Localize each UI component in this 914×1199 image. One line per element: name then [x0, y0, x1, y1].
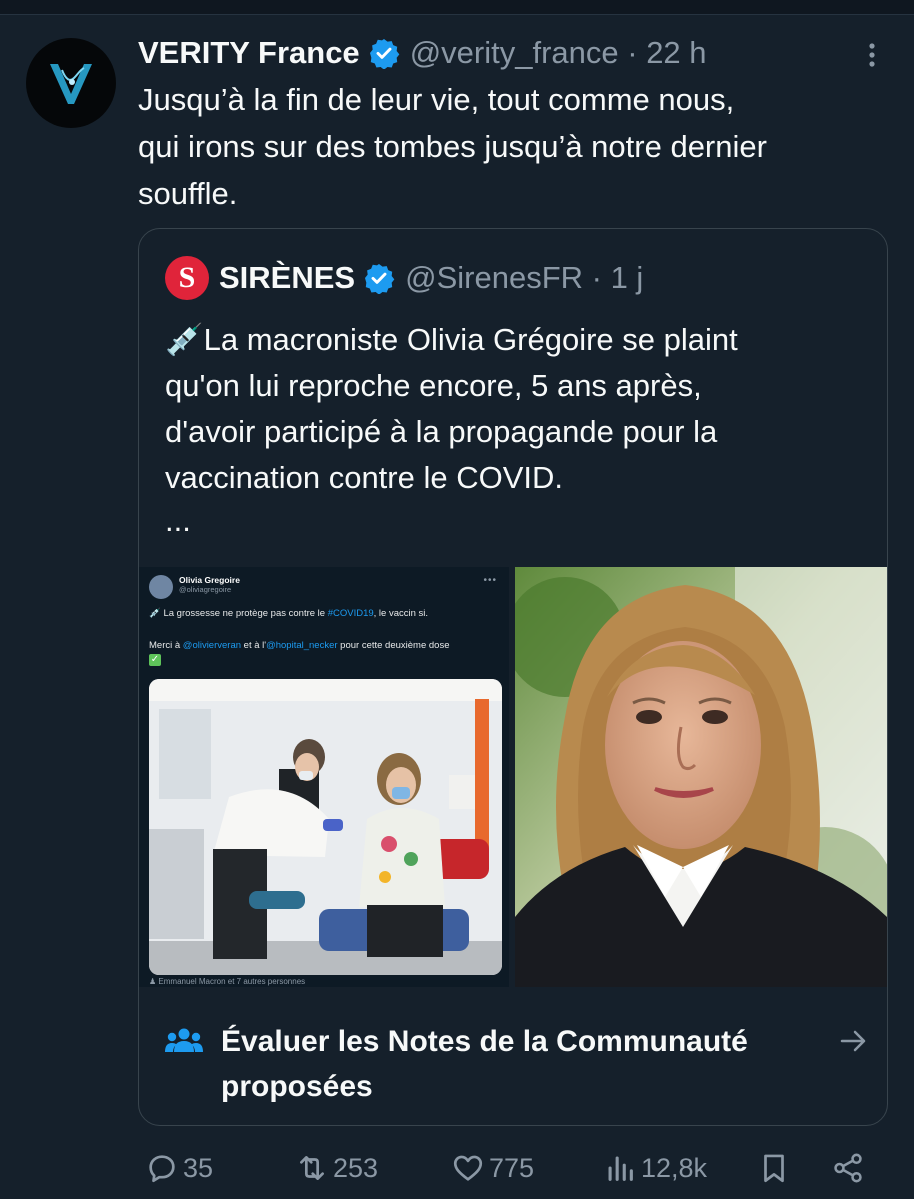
quoted-tweet-header: S SIRÈNES @SirenesFR · 1 j: [165, 253, 643, 303]
embedded-screenshot-image[interactable]: Olivia Gregoire @oliviagregoire ••• 💉 La…: [139, 567, 509, 987]
tweet-actions-bar: 35 253 775 12,8k: [145, 1146, 885, 1190]
reply-icon: [149, 1155, 175, 1183]
embedded-text: , le vaccin si.: [373, 608, 429, 619]
quoted-tweet[interactable]: S SIRÈNES @SirenesFR · 1 j 💉La macronist…: [138, 228, 888, 1126]
embedded-avatar: [149, 575, 173, 599]
portrait-illustration: [515, 567, 887, 987]
verified-badge-icon: [365, 264, 395, 294]
community-notes-link[interactable]: Évaluer les Notes de la Communauté propo…: [165, 1019, 866, 1103]
embedded-author-name: Olivia Gregoire: [179, 575, 240, 585]
person-icon: ♟: [149, 977, 159, 986]
embedded-caption-text: Emmanuel Macron et 7 autres personnes: [158, 977, 306, 986]
quoted-author-handle[interactable]: @SirenesFR: [405, 260, 583, 296]
embedded-mention: @hopital_necker: [266, 640, 338, 651]
quoted-tweet-time[interactable]: 1 j: [611, 260, 644, 296]
sirenes-logo[interactable]: S: [165, 256, 209, 300]
embedded-hashtag: #COVID19: [327, 608, 374, 619]
avatar[interactable]: [26, 38, 116, 128]
quoted-text-line: 💉La macroniste Olivia Grégoire se plaint: [165, 322, 738, 357]
tweet-text: Jusqu’à la fin de leur vie, tout comme n…: [138, 76, 898, 217]
community-notes-label: Évaluer les Notes de la Communauté propo…: [221, 1025, 748, 1103]
share-button[interactable]: [831, 1146, 869, 1190]
verity-logo-icon: [50, 64, 92, 104]
like-button[interactable]: 775: [451, 1146, 534, 1190]
quoted-tweet-text: 💉La macroniste Olivia Grégoire se plaint…: [165, 317, 865, 541]
embedded-mention: @olivierveran: [182, 640, 242, 651]
embedded-text: Merci à: [149, 640, 183, 651]
author-handle[interactable]: @verity_france: [410, 35, 619, 71]
quoted-author-name[interactable]: SIRÈNES: [219, 260, 355, 296]
heart-icon: [453, 1155, 483, 1181]
repost-count: 253: [333, 1152, 379, 1183]
embedded-tags-caption: ♟ Emmanuel Macron et 7 autres personnes: [149, 977, 305, 986]
check-emoji-icon: ✓: [149, 654, 161, 666]
author-name[interactable]: VERITY France: [138, 35, 360, 71]
embedded-post-header: Olivia Gregoire @oliviagregoire: [149, 575, 240, 599]
views-count: 12,8k: [641, 1152, 708, 1183]
community-people-icon: [165, 1028, 203, 1052]
like-count: 775: [489, 1152, 535, 1183]
more-options-icon[interactable]: [860, 40, 884, 70]
vaccination-scene-illustration: [149, 679, 502, 975]
separator-dot: ·: [618, 35, 647, 70]
bookmark-icon: [764, 1154, 784, 1183]
vaccination-photo: [149, 679, 502, 975]
tweet-text-line: Jusqu’à la fin de leur vie, tout comme n…: [138, 82, 735, 117]
quoted-text-line: d'avoir participé à la propagande pour l…: [165, 414, 718, 449]
embedded-text: et à l': [241, 640, 267, 651]
embedded-author-handle: @oliviagregoire: [179, 585, 232, 594]
reply-button[interactable]: 35: [145, 1146, 213, 1190]
share-icon: [834, 1153, 862, 1183]
repost-button[interactable]: 253: [295, 1146, 378, 1190]
quoted-text-line: qu'on lui reproche encore, 5 ans après,: [165, 368, 702, 403]
embedded-text-line1: 💉 La grossesse ne protège pas contre le …: [149, 608, 499, 620]
separator-dot: ·: [583, 260, 611, 295]
embedded-text-line2: Merci à @olivierveran et à l'@hopital_ne…: [149, 640, 501, 652]
arrow-right-icon: [840, 1030, 866, 1052]
reply-count: 35: [183, 1152, 214, 1183]
tweet-time[interactable]: 22 h: [646, 35, 706, 71]
quoted-text-line: vaccination contre le COVID.: [165, 460, 564, 495]
embedded-text: 💉 La grossesse ne protège pas contre le: [149, 608, 328, 619]
tweet-text-line: qui irons sur des tombes jusqu’à notre d…: [138, 129, 767, 164]
repost-icon: [300, 1156, 324, 1180]
views-button[interactable]: 12,8k: [603, 1146, 707, 1190]
top-separator: [0, 0, 914, 15]
embedded-more-icon: •••: [483, 575, 497, 586]
views-chart-icon: [608, 1156, 633, 1181]
bookmark-button[interactable]: [757, 1146, 795, 1190]
portrait-image[interactable]: [515, 567, 887, 987]
embedded-text: pour cette deuxième dose: [337, 640, 450, 651]
tweet-header: VERITY France @verity_france · 22 h: [138, 30, 878, 76]
verified-badge-icon: [369, 39, 400, 69]
logo-letter: S: [178, 261, 196, 294]
tweet-text-line: souffle.: [138, 176, 238, 211]
read-more-ellipsis: ...: [165, 503, 191, 538]
